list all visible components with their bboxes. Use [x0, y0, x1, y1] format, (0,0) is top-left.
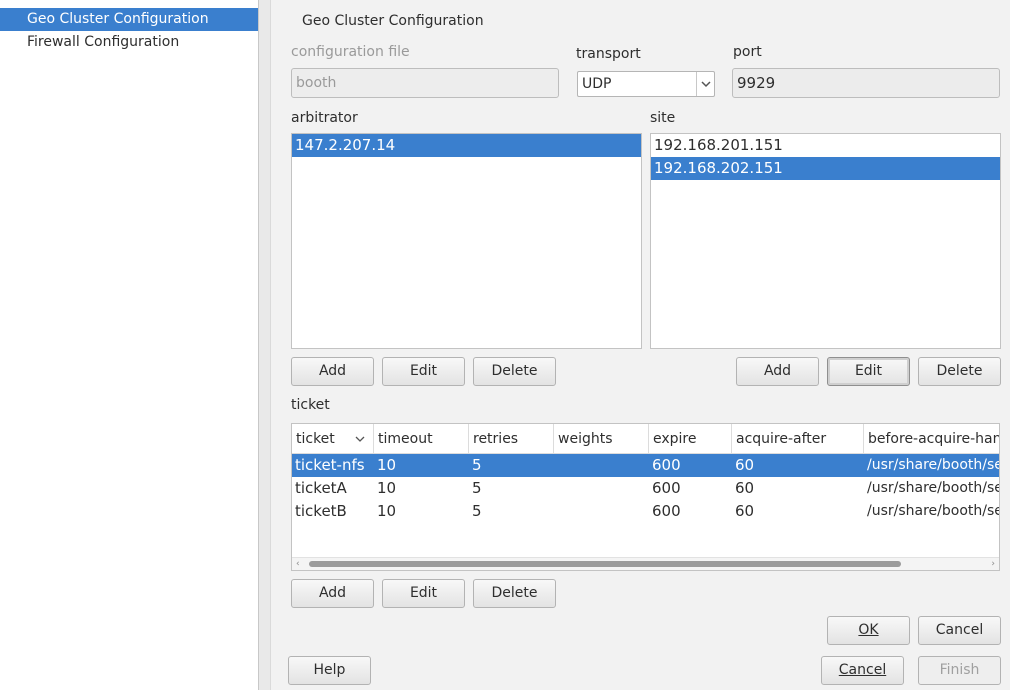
cell-handler: /usr/share/booth/service-runnable	[867, 457, 999, 473]
wizard-cancel-button[interactable]: Cancel	[821, 656, 904, 685]
finish-button: Finish	[918, 656, 1001, 685]
arbitrator-delete-button[interactable]: Delete	[473, 357, 556, 386]
cell-ticket: ticketB	[295, 502, 347, 520]
column-header-expire[interactable]: expire	[649, 424, 732, 454]
cell-retries: 5	[472, 479, 482, 497]
ticket-label: ticket	[291, 397, 330, 413]
config-file-label: configuration file	[291, 44, 410, 60]
column-header-retries[interactable]: retries	[469, 424, 554, 454]
arbitrator-add-button[interactable]: Add	[291, 357, 374, 386]
site-edit-button[interactable]: Edit	[827, 357, 910, 386]
navigation-tree: Geo Cluster Configuration Firewall Confi…	[0, 0, 259, 690]
help-label: Help	[313, 662, 346, 678]
cancel-button[interactable]: Cancel	[918, 616, 1001, 645]
list-item[interactable]: 192.168.201.151	[651, 134, 1000, 157]
edit-label: Edit	[409, 363, 438, 379]
list-item[interactable]: 192.168.202.151	[651, 157, 1000, 180]
cancel-label: Cancel	[838, 662, 887, 678]
cell-ticket: ticket-nfs	[295, 456, 365, 474]
cell-acquire-after: 60	[735, 479, 755, 497]
ok-button[interactable]: OK	[827, 616, 910, 645]
cell-expire: 600	[652, 479, 681, 497]
edit-label: Edit	[854, 363, 883, 379]
finish-label: Finish	[939, 662, 980, 678]
ticket-table[interactable]: ticket timeout retries weights expire ac…	[291, 423, 1000, 571]
config-file-field: booth	[291, 68, 559, 98]
cell-retries: 5	[472, 456, 482, 474]
pane-splitter[interactable]	[259, 0, 271, 690]
column-header-acquire-after[interactable]: acquire-after	[732, 424, 864, 454]
cell-retries: 5	[472, 502, 482, 520]
arbitrator-label: arbitrator	[291, 110, 358, 126]
delete-label: Delete	[936, 363, 983, 379]
transport-label: transport	[576, 46, 641, 62]
cell-acquire-after: 60	[735, 456, 755, 474]
table-row[interactable]: ticket-nfs 10 5 600 60 /usr/share/booth/…	[292, 454, 999, 477]
site-delete-button[interactable]: Delete	[918, 357, 1001, 386]
column-header-label: ticket	[296, 431, 335, 447]
column-header-ticket[interactable]: ticket	[292, 424, 374, 454]
table-row[interactable]: ticketA 10 5 600 60 /usr/share/booth/ser…	[292, 477, 999, 500]
cell-handler: /usr/share/booth/service-runnable	[867, 480, 999, 496]
column-header-before-acquire-handler[interactable]: before-acquire-handler	[864, 424, 999, 454]
ticket-add-button[interactable]: Add	[291, 579, 374, 608]
sort-descending-icon	[355, 424, 365, 453]
arrow-right-icon[interactable]: ›	[991, 559, 995, 569]
nav-item-geo-cluster[interactable]: Geo Cluster Configuration	[0, 8, 258, 31]
arrow-left-icon[interactable]: ‹	[296, 559, 300, 569]
list-item[interactable]: 147.2.207.14	[292, 134, 641, 157]
scrollbar-thumb[interactable]	[309, 561, 901, 567]
cell-expire: 600	[652, 502, 681, 520]
cell-ticket: ticketA	[295, 479, 347, 497]
column-header-timeout[interactable]: timeout	[374, 424, 469, 454]
cell-expire: 600	[652, 456, 681, 474]
transport-select[interactable]: UDP	[577, 71, 715, 97]
transport-value: UDP	[582, 76, 612, 92]
horizontal-scrollbar[interactable]: ‹ ›	[292, 557, 999, 570]
site-add-button[interactable]: Add	[736, 357, 819, 386]
cancel-label: Cancel	[935, 622, 984, 638]
arbitrator-edit-button[interactable]: Edit	[382, 357, 465, 386]
chevron-down-icon	[696, 72, 714, 96]
table-row[interactable]: ticketB 10 5 600 60 /usr/share/booth/ser…	[292, 500, 999, 523]
help-button[interactable]: Help	[288, 656, 371, 685]
ticket-edit-button[interactable]: Edit	[382, 579, 465, 608]
add-label: Add	[318, 363, 347, 379]
cell-timeout: 10	[377, 456, 397, 474]
delete-label: Delete	[491, 585, 538, 601]
page-title: Geo Cluster Configuration	[302, 13, 484, 29]
column-header-weights[interactable]: weights	[554, 424, 649, 454]
add-label: Add	[763, 363, 792, 379]
cell-acquire-after: 60	[735, 502, 755, 520]
ok-label: OK	[858, 622, 879, 638]
port-label: port	[733, 44, 762, 60]
ticket-delete-button[interactable]: Delete	[473, 579, 556, 608]
site-label: site	[650, 110, 676, 126]
arbitrator-list[interactable]: 147.2.207.14	[291, 133, 642, 349]
port-field[interactable]: 9929	[732, 68, 1000, 98]
nav-item-firewall[interactable]: Firewall Configuration	[0, 31, 258, 54]
add-label: Add	[318, 585, 347, 601]
cell-handler: /usr/share/booth/service-runnable	[867, 503, 999, 519]
cell-timeout: 10	[377, 479, 397, 497]
delete-label: Delete	[491, 363, 538, 379]
edit-label: Edit	[409, 585, 438, 601]
site-list[interactable]: 192.168.201.151 192.168.202.151	[650, 133, 1001, 349]
cell-timeout: 10	[377, 502, 397, 520]
